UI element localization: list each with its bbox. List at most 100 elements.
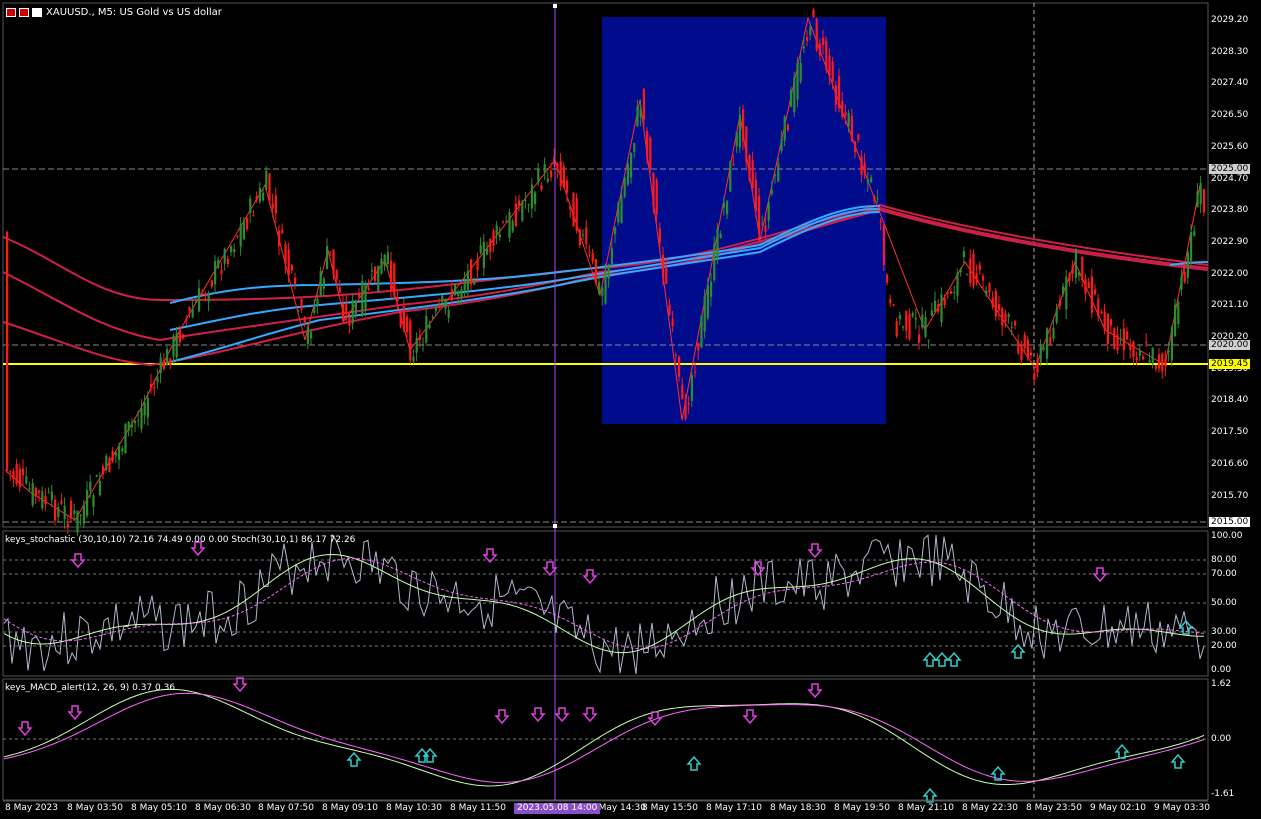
candle-body: [450, 289, 453, 300]
candle-body: [607, 264, 610, 279]
symbol-flag-icon-3[interactable]: [32, 8, 42, 17]
stoch-fast-line: [3, 533, 1205, 675]
candle-body: [460, 289, 463, 299]
candle-body: [383, 254, 386, 267]
candle-body: [70, 500, 73, 519]
candle-body: [703, 296, 706, 332]
candle-body: [22, 468, 25, 476]
candle-body: [1193, 231, 1196, 236]
candle-body: [764, 225, 767, 232]
candle-body: [866, 179, 869, 183]
candle-body: [217, 259, 220, 268]
candle-body: [921, 314, 924, 328]
candle-body: [978, 264, 981, 270]
candle-body: [614, 227, 617, 235]
candle-body: [34, 487, 37, 497]
time-label: 8 May 2023: [5, 803, 58, 813]
stoch-axis-label: 0.00: [1211, 665, 1232, 675]
candle-body: [1097, 298, 1100, 317]
candle-body: [95, 475, 98, 477]
candle-body: [591, 252, 594, 262]
candle-body: [943, 298, 946, 306]
candle-body: [527, 204, 530, 206]
candle-body: [1164, 358, 1167, 367]
candle-body: [380, 258, 383, 274]
candle-body: [166, 349, 169, 366]
candle-body: [111, 451, 114, 462]
candle-body: [812, 9, 815, 18]
candle-body: [895, 321, 898, 337]
candle-body: [185, 319, 188, 321]
candle-body: [578, 229, 581, 245]
macd-axis-label: -1.61: [1211, 789, 1235, 799]
candle-body: [588, 251, 591, 253]
stoch-d-line: [3, 557, 1205, 650]
candle-body: [857, 134, 860, 141]
candle-body: [1014, 321, 1017, 326]
candle-body: [850, 115, 853, 142]
price-chart-canvas[interactable]: [0, 0, 1261, 819]
macd-indicator-title: keys_MACD_alert(12, 26, 9) 0.37 0.36: [5, 683, 176, 693]
candle-body: [1071, 265, 1074, 274]
candle-body: [1068, 273, 1071, 281]
candle-body: [994, 291, 997, 317]
candle-body: [98, 480, 101, 496]
candle-body: [710, 282, 713, 297]
candle-body: [182, 334, 185, 339]
cursor-handle-bottom[interactable]: [553, 524, 557, 528]
candle-body: [982, 276, 985, 281]
symbol-flag-icon[interactable]: [6, 8, 16, 17]
candle-body: [991, 297, 994, 308]
candle-body: [28, 488, 31, 490]
candle-body: [940, 294, 943, 323]
symbol-flag-icon-2[interactable]: [19, 8, 29, 17]
candle-body: [610, 247, 613, 265]
candle-body: [562, 166, 565, 188]
candle-body: [377, 265, 380, 292]
candle-body: [476, 259, 479, 271]
candle-body: [719, 233, 722, 239]
candle-body: [930, 310, 933, 316]
candle-body: [748, 155, 751, 180]
candle-body: [255, 196, 258, 200]
sell-arrow-icon: [742, 709, 758, 725]
candle-body: [793, 77, 796, 112]
candle-body: [271, 203, 274, 209]
candle-body: [290, 264, 293, 271]
candle-body: [1148, 360, 1151, 363]
candle-body: [201, 292, 204, 295]
macd-axis-label: 0.00: [1211, 734, 1232, 744]
buy-arrow-icon: [1170, 753, 1186, 769]
cursor-handle-top[interactable]: [553, 4, 557, 8]
candle-body: [441, 295, 444, 303]
candle-body: [937, 304, 940, 312]
candle-body: [438, 305, 441, 308]
candle-body: [796, 62, 799, 100]
candle-body: [463, 280, 466, 291]
candle-body: [1046, 328, 1049, 359]
current-price-tag: 2019.45: [1209, 359, 1251, 369]
candle-body: [361, 280, 364, 315]
candle-body: [332, 249, 335, 275]
candle-body: [975, 273, 978, 283]
candle-body: [495, 225, 498, 236]
price-label: 2015.70: [1211, 490, 1249, 501]
candle-body: [287, 249, 290, 276]
candle-body: [470, 259, 473, 285]
candle-body: [630, 153, 633, 178]
candle-body: [252, 215, 255, 217]
candle-body: [844, 112, 847, 116]
candle-body: [620, 195, 623, 224]
candle-body: [1042, 348, 1045, 350]
candle-body: [863, 162, 866, 174]
candle-body: [1145, 341, 1148, 344]
candle-body: [1030, 352, 1033, 356]
macd-signal-line: [3, 692, 1205, 783]
candle-body: [210, 280, 213, 287]
candle-body: [732, 164, 735, 166]
chart-window-icons: [6, 8, 42, 17]
candle-body: [770, 190, 773, 194]
candle-body: [828, 55, 831, 76]
candle-body: [274, 195, 277, 213]
candle-body: [220, 270, 223, 274]
